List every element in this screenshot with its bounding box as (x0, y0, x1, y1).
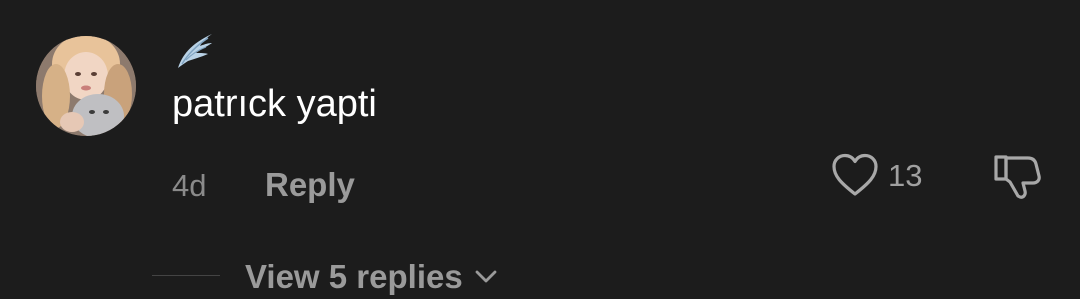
view-replies-button[interactable]: View 5 replies (245, 255, 499, 299)
comment-text: patrıck yapti (172, 83, 377, 125)
like-count: 13 (888, 158, 923, 193)
comment-age: 4d (172, 168, 207, 203)
thumbs-down-icon (994, 155, 1041, 199)
avatar[interactable] (36, 36, 136, 136)
replies-divider (152, 275, 220, 276)
chevron-down-icon (475, 270, 497, 283)
heart-icon (832, 153, 878, 196)
view-replies-label: View 5 replies (245, 258, 463, 295)
reply-button[interactable]: Reply (265, 164, 355, 206)
dislike-button[interactable] (990, 152, 1044, 200)
comment-item: patrıck yapti 4d Reply 13 View 5 replies (0, 0, 1080, 299)
wing-icon (172, 28, 216, 72)
like-button[interactable] (830, 152, 880, 198)
